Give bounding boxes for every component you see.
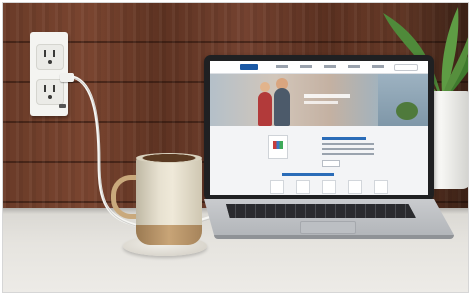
outlet-receptacle-bottom (36, 79, 64, 105)
laptop-display-website (210, 61, 428, 195)
hero-headline (304, 94, 350, 98)
hero-person (258, 92, 272, 126)
laptop-base (204, 199, 454, 239)
promo-button (322, 160, 340, 167)
promo-text-block (322, 137, 374, 158)
website-nav (276, 65, 384, 68)
photo-scene (2, 2, 469, 293)
mug-rim (136, 153, 202, 163)
product-row (270, 180, 388, 194)
usb-port (59, 104, 66, 108)
website-header (210, 61, 428, 74)
website-search-box (394, 64, 418, 71)
laptop-keyboard (226, 204, 416, 218)
website-hero-banner (210, 74, 428, 126)
laptop-trackpad (300, 221, 356, 234)
mug-two-tone-band (136, 225, 202, 245)
usb-plug (60, 73, 74, 82)
section-heading (282, 173, 334, 176)
coffee-mug (136, 157, 202, 245)
outlet-receptacle-top (36, 44, 64, 70)
hero-person (274, 88, 290, 126)
promo-card-image (268, 135, 288, 159)
laptop-screen-lid (204, 55, 434, 201)
website-logo (240, 64, 258, 70)
